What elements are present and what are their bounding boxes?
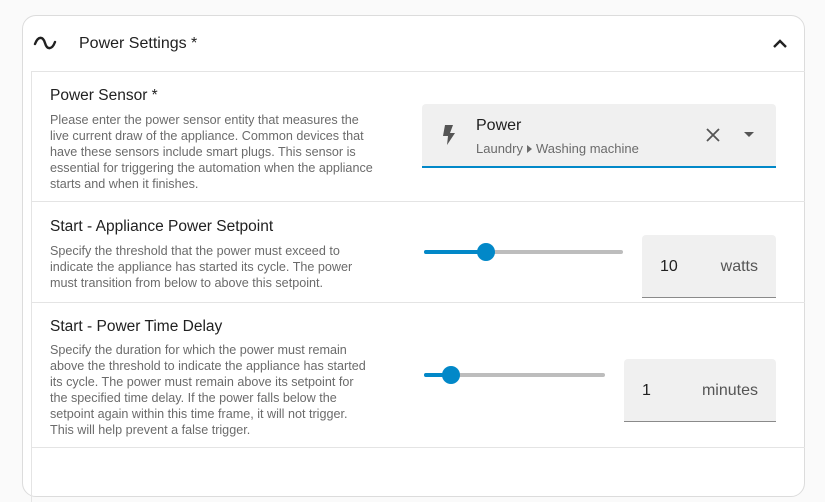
start-delay-unit: minutes	[701, 382, 758, 399]
start-delay-description: Specify the duration for which the power…	[50, 343, 366, 437]
power-settings-card: Power Settings * Power Sensor * Please e…	[22, 15, 805, 502]
entity-context: Laundry Washing machine	[476, 141, 639, 156]
start-setpoint-row: Start - Appliance Power Setpoint Specify…	[32, 201, 805, 303]
start-delay-slider[interactable]	[424, 365, 605, 385]
start-setpoint-description: Specify the threshold that the power mus…	[50, 244, 353, 290]
power-sensor-title: Power Sensor *	[50, 87, 158, 104]
slider-thumb[interactable]	[442, 366, 461, 384]
flash-icon	[443, 125, 455, 145]
sine-wave-icon	[33, 36, 57, 50]
start-delay-row: Start - Power Time Delay Specify the dur…	[32, 302, 805, 448]
chevron-up-icon[interactable]	[771, 36, 789, 50]
settings-list: Power Sensor * Please enter the power se…	[31, 71, 805, 502]
start-setpoint-unit: watts	[720, 258, 758, 275]
power-settings-header[interactable]: Power Settings *	[23, 16, 804, 72]
power-sensor-row: Power Sensor * Please enter the power se…	[32, 72, 805, 202]
start-setpoint-input[interactable]: 10 watts	[642, 235, 776, 298]
power-sensor-description: Please enter the power sensor entity tha…	[50, 113, 373, 191]
start-delay-title: Start - Power Time Delay	[50, 318, 223, 335]
slider-thumb[interactable]	[476, 243, 495, 261]
breadcrumb-arrow-icon	[526, 145, 532, 153]
section-title: Power Settings *	[79, 35, 198, 52]
start-setpoint-value: 10	[660, 258, 678, 275]
entity-picker[interactable]: Power Laundry Washing machine	[422, 104, 776, 168]
entity-name: Power	[476, 117, 522, 134]
start-delay-value: 1	[642, 382, 651, 399]
close-icon[interactable]	[705, 127, 721, 143]
start-setpoint-slider[interactable]	[424, 242, 623, 262]
start-setpoint-title: Start - Appliance Power Setpoint	[50, 218, 274, 235]
dropdown-arrow-icon[interactable]	[744, 132, 754, 137]
start-delay-input[interactable]: 1 minutes	[624, 359, 776, 422]
